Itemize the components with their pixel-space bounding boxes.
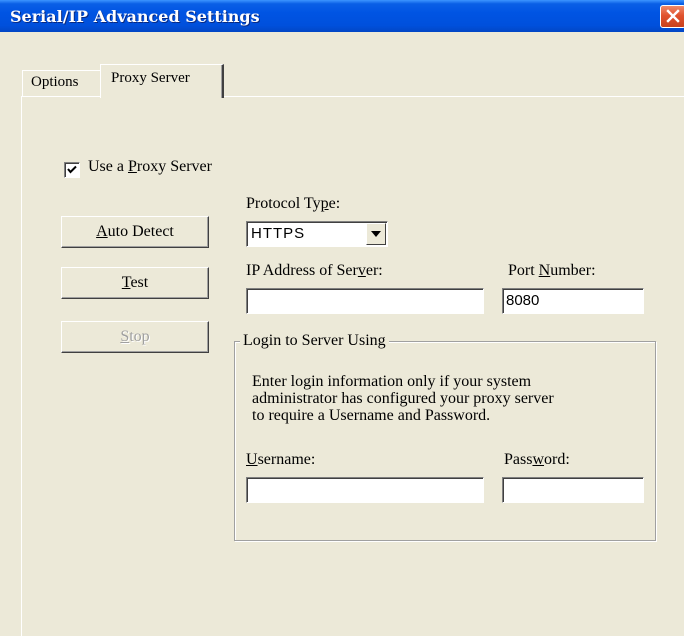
username-label: Username: [246, 451, 316, 468]
ip-address-input[interactable] [246, 288, 484, 314]
chevron-down-icon [371, 231, 381, 237]
use-proxy-label[interactable]: Use a Proxy Server [88, 158, 212, 176]
login-description-line: to require a Username and Password. [252, 407, 491, 424]
advanced-settings-dialog: Serial/IP Advanced Settings Options Prox… [0, 0, 684, 636]
window-title: Serial/IP Advanced Settings [10, 7, 260, 26]
login-description: Enter login information only if your sys… [252, 373, 554, 424]
ip-address-label: IP Address of Server: [246, 262, 383, 279]
use-proxy-checkbox[interactable] [64, 162, 80, 178]
tab-proxy-server[interactable]: Proxy Server [100, 64, 224, 98]
protocol-dropdown-button[interactable] [366, 223, 386, 245]
tab-options-label: Options [31, 74, 79, 90]
checkmark-icon [67, 165, 77, 174]
username-input[interactable] [246, 477, 484, 503]
auto-detect-button[interactable]: Auto Detect [61, 216, 209, 248]
login-description-line: Enter login information only if your sys… [252, 373, 532, 390]
login-group-title: Login to Server Using [240, 332, 389, 350]
protocol-type-select[interactable]: HTTPS [246, 221, 388, 247]
close-button[interactable] [660, 5, 684, 28]
login-groupbox [234, 341, 656, 541]
protocol-type-value: HTTPS [251, 225, 306, 242]
test-button[interactable]: Test [61, 267, 209, 299]
port-number-input[interactable]: 8080 [502, 288, 644, 314]
tab-options[interactable]: Options [22, 70, 100, 96]
login-description-line: administrator has configured your proxy … [252, 390, 554, 407]
password-input[interactable] [502, 477, 644, 503]
protocol-type-label: Protocol Type: [246, 195, 341, 212]
port-number-label: Port Number: [508, 262, 596, 279]
title-bar[interactable]: Serial/IP Advanced Settings [0, 0, 684, 32]
close-icon [666, 9, 680, 23]
password-label: Password: [504, 451, 570, 468]
tab-proxy-server-label: Proxy Server [111, 70, 190, 86]
stop-button: Stop [61, 321, 209, 353]
